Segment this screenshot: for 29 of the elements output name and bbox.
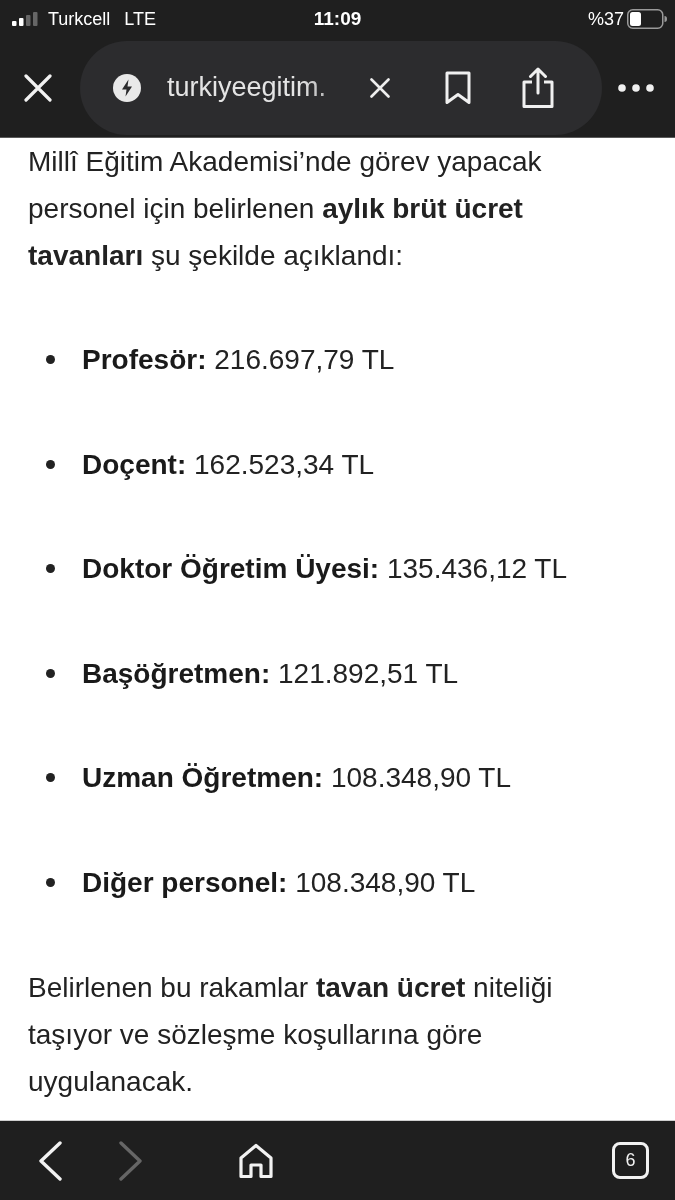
clock-time: 11:09 bbox=[313, 8, 362, 30]
address-bar[interactable]: turkiyeegitim. bbox=[80, 40, 602, 135]
article-paragraph: Belirlenen bu rakamlar tavan ücret niteliği taşıyor ve sözleşme koşullarına göre uygulanacak. bbox=[28, 970, 554, 1099]
url-text[interactable]: turkiyeegitim. bbox=[167, 72, 357, 103]
article-paragraph: Millî Eğitim Akademisi’nde görev yapacak personel için belirlenen aylık brüt ücret tavanları şu şekilde açıklandı: bbox=[28, 145, 543, 273]
network-type: LTE bbox=[124, 8, 157, 30]
tabs-button[interactable]: 6 bbox=[612, 1142, 649, 1179]
bullet-icon bbox=[46, 459, 55, 469]
close-icon bbox=[24, 73, 52, 102]
battery-icon bbox=[627, 9, 667, 29]
battery-percentage: %37 bbox=[587, 8, 624, 30]
lightning-icon bbox=[113, 73, 141, 102]
bullet-icon bbox=[46, 355, 55, 364]
bullet-icon bbox=[46, 877, 55, 887]
salary-item: Diğer personel: 108.348,90 TL bbox=[82, 865, 476, 900]
bookmark-icon bbox=[445, 70, 471, 105]
salary-item: Uzman Öğretmen: 108.348,90 TL bbox=[82, 761, 512, 795]
bullet-icon bbox=[46, 773, 55, 782]
salary-item: Doçent: 162.523,34 TL bbox=[82, 447, 375, 482]
salary-item: Profesör: 216.697,79 TL bbox=[82, 343, 395, 377]
more-icon bbox=[618, 83, 654, 92]
signal-icon bbox=[12, 12, 38, 26]
carrier-name: Turkcell bbox=[48, 8, 111, 30]
salary-item: Başöğretmen: 121.892,51 TL bbox=[82, 656, 459, 691]
bullet-icon bbox=[46, 564, 55, 573]
salary-item: Doktor Öğretim Üyesi: 135.436,12 TL bbox=[82, 552, 568, 586]
bullet-icon bbox=[46, 668, 55, 678]
share-icon bbox=[521, 66, 555, 109]
close-icon bbox=[370, 77, 390, 98]
